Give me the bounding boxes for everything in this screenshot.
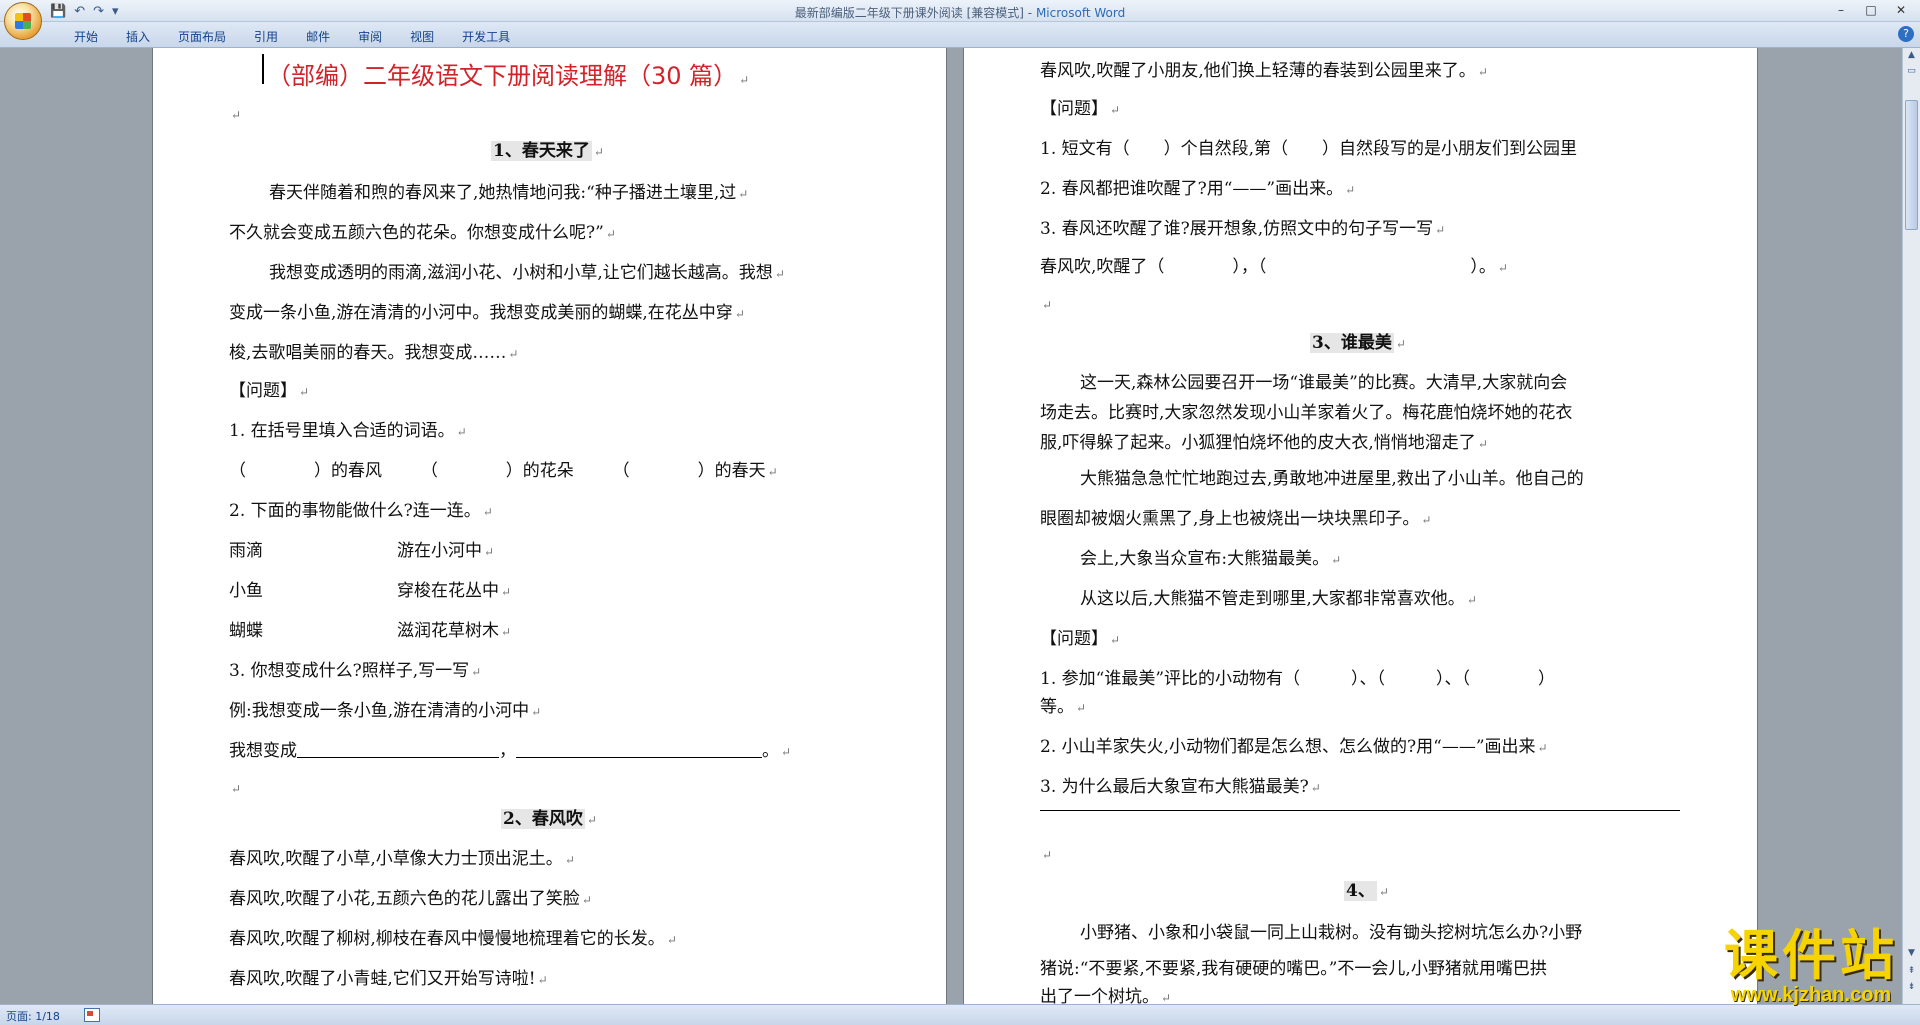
document-workspace: （部编）二年级语文下册阅读理解（30 篇） ↵ ↵ 1、春天来了 ↵ 春天伴随着和煦… [0, 48, 1902, 1004]
section-heading-2: 2、春风吹 ↵ [501, 809, 597, 829]
question-line: 等。 ↵ [1040, 697, 1087, 717]
section-heading-3: 3、谁最美 ↵ [1310, 333, 1406, 353]
paragraph-line: 服,吓得躲了起来。小狐狸怕烧坏他的皮大衣,悄悄地溜走了 ↵ [1040, 433, 1488, 453]
answer-line: 春风吹,吹醒了（ ），（ ）。 ↵ [1040, 257, 1508, 277]
empty-paragraph: ↵ [1042, 848, 1053, 862]
question-line: 2. 小山羊家失火,小动物们都是怎么想、怎么做的?用“——”画出来 ↵ [1040, 737, 1548, 757]
paragraph-line: 这一天,森林公园要召开一场“谁最美”的比赛。大清早,大家就向会 [1080, 373, 1568, 393]
match-row-answer: 滋润花草树木 ↵ [397, 621, 512, 641]
maximize-icon[interactable]: □ [1856, 0, 1886, 20]
question-line: 2. 春风都把谁吹醒了?用“——”画出来。 ↵ [1040, 179, 1356, 199]
section-heading-1: 1、春天来了 ↵ [491, 141, 604, 161]
window-title: 最新部编版二年级下册课外阅读 [兼容模式] - Microsoft Word [0, 4, 1920, 21]
paragraph-line: 变成一条小鱼,游在清清的小河中。我想变成美丽的蝴蝶,在花丛中穿 ↵ [229, 303, 745, 323]
vertical-scrollbar[interactable]: ▲ ▭ ▼ ⇞ ⇟ [1902, 48, 1920, 1004]
answer-blank [516, 746, 762, 758]
page-indicator[interactable]: 页面: 1/18 [6, 1008, 60, 1024]
question-label: 【问题】 ↵ [229, 381, 310, 401]
watermark-logo: 课件站 www.kjzhan.com [1724, 928, 1898, 1007]
title-bar: 💾 ↶ ↷ ▾ 最新部编版二年级下册课外阅读 [兼容模式] - Microsof… [0, 0, 1920, 40]
document-title-line: （部编）二年级语文下册阅读理解（30 篇） ↵ [267, 62, 750, 90]
scroll-up-icon[interactable]: ▲ [1905, 50, 1918, 64]
app-title: Microsoft Word [1035, 6, 1126, 20]
paragraph-line: 眼圈却被烟火熏黑了,身上也被烧出一块块黑印子。 ↵ [1040, 509, 1432, 529]
paragraph-line: 春风吹,吹醒了小青蛙,它们又开始写诗啦! ↵ [229, 969, 548, 989]
answer-line: 我想变成，。 ↵ [229, 741, 792, 761]
paragraph-line: 春风吹,吹醒了小草,小草像大力士顶出泥土。 ↵ [229, 849, 575, 869]
empty-paragraph: ↵ [1042, 298, 1053, 312]
question-label: 【问题】 ↵ [1040, 99, 1121, 119]
document-heading: （部编）二年级语文下册阅读理解（30 篇） [267, 62, 738, 90]
match-row: 小鱼 [229, 581, 263, 601]
close-icon[interactable]: ✕ [1886, 0, 1916, 20]
match-row: 蝴蝶 [229, 621, 263, 641]
page-left[interactable]: （部编）二年级语文下册阅读理解（30 篇） ↵ ↵ 1、春天来了 ↵ 春天伴随着和煦… [153, 48, 946, 1004]
proofing-icon[interactable] [84, 1008, 100, 1022]
tab-page-layout[interactable]: 页面布局 [164, 26, 240, 47]
paragraph-line: 春天伴随着和煦的春风来了,她热情地问我:“种子播进土壤里,过 ↵ [269, 183, 749, 203]
paragraph-line: 猪说:“不要紧,不要紧,我有硬硬的嘴巴。”不一会儿,小野猪就用嘴巴拱 [1040, 959, 1547, 979]
paragraph-line: 小野猪、小象和小袋鼠一同上山栽树。没有锄头挖树坑怎么办?小野 [1080, 923, 1583, 943]
paragraph-line: 我想变成透明的雨滴,滋润小花、小树和小草,让它们越长越高。我想 ↵ [269, 263, 785, 283]
question-line: 3. 你想变成什么?照样子,写一写 ↵ [229, 661, 482, 681]
previous-page-icon[interactable]: ⇞ [1905, 966, 1918, 980]
window-controls: – □ ✕ [1826, 0, 1916, 20]
question-line: 3. 春风还吹醒了谁?展开想象,仿照文中的句子写一写 ↵ [1040, 219, 1446, 239]
tab-insert[interactable]: 插入 [112, 26, 164, 47]
scrollbar-thumb[interactable] [1905, 100, 1918, 230]
question-line: 1. 在括号里填入合适的词语。 ↵ [229, 421, 467, 441]
paragraph-line: 大熊猫急急忙忙地跑过去,勇敢地冲进屋里,救出了小山羊。他自己的 [1080, 469, 1584, 489]
empty-paragraph: ↵ [231, 108, 242, 122]
question-line: 1. 参加“谁最美”评比的小动物有（ ）、（ ）、（ ） [1040, 669, 1556, 689]
question-line: 3. 为什么最后大象宣布大熊猫最美? ↵ [1040, 777, 1321, 797]
help-icon[interactable]: ? [1898, 26, 1914, 42]
tab-mailings[interactable]: 邮件 [292, 26, 344, 47]
watermark-name: 课件站 [1724, 924, 1898, 987]
paragraph-line: 场走去。比赛时,大家忽然发现小山羊家着火了。梅花鹿怕烧坏她的花衣 [1040, 403, 1573, 423]
paragraph-line: 春风吹,吹醒了小朋友,他们换上轻薄的春装到公园里来了。 ↵ [1040, 61, 1488, 81]
paragraph-line: 从这以后,大熊猫不管走到哪里,大家都非常喜欢他。 ↵ [1080, 589, 1477, 609]
paragraph-line: 出了一个树坑。 ↵ [1040, 987, 1172, 1004]
next-page-icon[interactable]: ⇟ [1905, 982, 1918, 996]
office-button[interactable] [4, 2, 42, 40]
paragraph-line: 会上,大象当众宣布:大熊猫最美。 ↵ [1080, 549, 1342, 569]
question-label: 【问题】 ↵ [1040, 629, 1121, 649]
paragraph-line: 春风吹,吹醒了小花,五颜六色的花儿露出了笑脸 ↵ [229, 889, 592, 909]
empty-paragraph: ↵ [231, 782, 242, 796]
minimize-icon[interactable]: – [1826, 0, 1856, 20]
page-right[interactable]: 春风吹,吹醒了小朋友,他们换上轻薄的春装到公园里来了。 ↵ 【问题】 ↵ 1. 短文… [964, 48, 1757, 1004]
tab-developer[interactable]: 开发工具 [448, 26, 524, 47]
match-row-answer: 游在小河中 ↵ [397, 541, 495, 561]
question-line: 1. 短文有（ ）个自然段,第（ ）自然段写的是小朋友们到公园里 [1040, 139, 1578, 159]
match-row: 雨滴 [229, 541, 263, 561]
tab-home[interactable]: 开始 [60, 26, 112, 47]
question-line: 2. 下面的事物能做什么?连一连。 ↵ [229, 501, 493, 521]
ribbon-tabs: 开始 插入 页面布局 引用 邮件 审阅 视图 开发工具 [60, 26, 524, 47]
paragraph-line: 梭,去歌唱美丽的春天。我想变成…… ↵ [229, 343, 519, 363]
question-fill-line: （ ）的春风 （ ）的花朵 （ ）的春天 ↵ [229, 461, 778, 481]
answer-blank [297, 746, 499, 758]
example-line: 例:我想变成一条小鱼,游在清清的小河中 ↵ [229, 701, 542, 721]
tab-review[interactable]: 审阅 [344, 26, 396, 47]
answer-rule [1040, 810, 1680, 811]
text-cursor [262, 54, 264, 84]
tab-view[interactable]: 视图 [396, 26, 448, 47]
section-heading-4: 4、 ↵ [1344, 881, 1389, 901]
ribbon: 开始 插入 页面布局 引用 邮件 审阅 视图 开发工具 ? [0, 22, 1920, 48]
ruler-toggle-icon[interactable]: ▭ [1905, 66, 1918, 80]
match-row-answer: 穿梭在花丛中 ↵ [397, 581, 512, 601]
paragraph-line: 春风吹,吹醒了柳树,柳枝在春风中慢慢地梳理着它的长发。 ↵ [229, 929, 677, 949]
status-bar: 页面: 1/18 [0, 1004, 1920, 1025]
watermark-url: www.kjzhan.com [1730, 984, 1892, 1006]
document-title: 最新部编版二年级下册课外阅读 [兼容模式] - [794, 6, 1033, 20]
tab-references[interactable]: 引用 [240, 26, 292, 47]
paragraph-line: 不久就会变成五颜六色的花朵。你想变成什么呢?” ↵ [229, 223, 616, 243]
scroll-down-icon[interactable]: ▼ [1905, 948, 1918, 962]
